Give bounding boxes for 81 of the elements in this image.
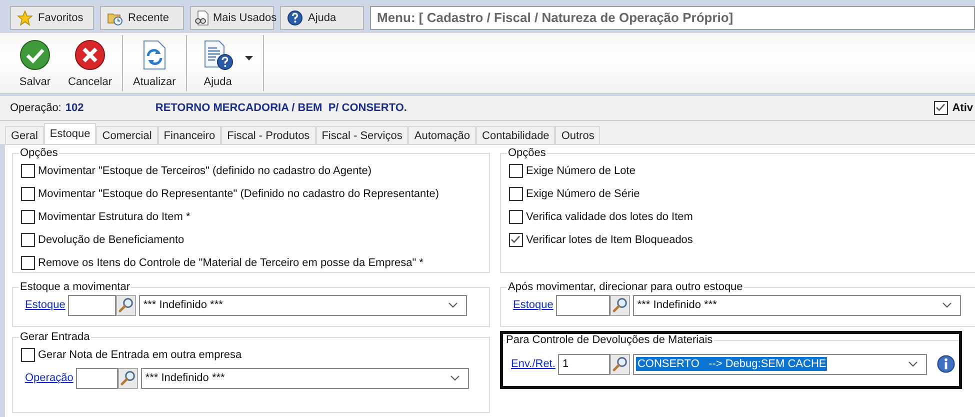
checkbox[interactable]	[934, 101, 948, 115]
toolbar-button[interactable]: Atualizar	[127, 34, 182, 92]
info-icon[interactable]	[937, 355, 956, 373]
menu-path-field: Menu: [ Cadastro / Fiscal / Natureza de Operação Próprio]	[370, 6, 975, 30]
caret-icon[interactable]	[244, 56, 253, 60]
chevron-icon	[942, 302, 952, 308]
chevron-icon	[908, 361, 918, 367]
checkbox[interactable]	[21, 256, 35, 270]
checkbox[interactable]	[21, 164, 35, 178]
help-document-icon	[202, 38, 234, 70]
search-icon	[118, 297, 134, 313]
checkbox[interactable]	[21, 348, 35, 362]
checkbox-label: Verificar lotes de Item Bloqueados	[526, 234, 693, 246]
code-field[interactable]	[556, 294, 610, 316]
toolbar-button[interactable]: Ajuda	[190, 34, 245, 92]
tab[interactable]: Automação	[408, 126, 476, 144]
help-icon	[287, 10, 303, 26]
cancel-icon	[74, 38, 106, 70]
star-icon	[17, 10, 33, 26]
toolbar-button[interactable]: Salvar	[8, 34, 62, 92]
operation-description: RETORNO MERCADORIA / BEM P/ CONSERTO.	[155, 102, 407, 114]
search-icon	[612, 297, 628, 313]
checkbox[interactable]	[21, 232, 35, 246]
checkbox[interactable]	[509, 186, 523, 200]
checkbox-label: Movimentar "Estoque de Terceiros" (definido no cadastro do Agente)	[38, 164, 372, 176]
dropdown-field[interactable]: *** Indefinido ***	[139, 294, 468, 316]
tab[interactable]: Financeiro	[158, 126, 222, 144]
operation-code: 102	[65, 102, 85, 114]
nav-button[interactable]: Ajuda	[280, 6, 364, 30]
dropdown-field[interactable]: *** Indefinido ***	[633, 294, 962, 316]
panel-title: Após movimentar, direcionar para outro estoque	[507, 281, 744, 293]
tab[interactable]: Estoque	[44, 123, 96, 144]
tab[interactable]: Contabilidade	[476, 126, 556, 144]
dropdown-field[interactable]: *** Indefinido ***	[141, 368, 470, 388]
checkbox-label: Remove os Itens do Controle de "Material de Terceiro em posse da Empresa" *	[38, 256, 424, 268]
code-field[interactable]	[68, 294, 116, 316]
checkbox-label: Gerar Nota de Entrada em outra empresa	[38, 348, 242, 360]
nav-button[interactable]: Favoritos	[10, 6, 94, 30]
search-icon	[120, 370, 136, 386]
nav-button[interactable]: Mais Usados	[190, 6, 274, 30]
checkbox-label: Movimentar "Estoque do Representante" (Definido no cadastro do Representante)	[38, 188, 439, 200]
checkbox-label: Movimentar Estrutura do Item *	[38, 210, 190, 222]
tab[interactable]: Outros	[555, 126, 600, 144]
lookup-button[interactable]	[116, 294, 136, 316]
checkbox-label: Exige Número de Série	[526, 188, 640, 200]
document-glasses-icon	[194, 10, 210, 26]
lookup-button[interactable]	[610, 294, 630, 316]
chevron-icon	[450, 375, 460, 381]
checkbox-label: Verifica validade dos lotes do Item	[526, 210, 693, 222]
tab[interactable]: Fiscal - Produtos	[221, 126, 316, 144]
panel-title: Para Controle de Devoluções de Materiais	[505, 334, 714, 346]
tab[interactable]: Fiscal - Serviços	[316, 126, 408, 144]
toolbar-button[interactable]: Cancelar	[62, 34, 118, 92]
checkbox[interactable]	[21, 210, 35, 224]
panel-title: Estoque a movimentar	[19, 281, 132, 293]
checkbox-label: Devolução de Beneficiamento	[38, 234, 184, 246]
field-link[interactable]: Env./Ret.	[511, 358, 556, 370]
nav-button[interactable]: Recente	[100, 6, 184, 30]
field-link[interactable]: Operação	[25, 372, 74, 384]
dropdown-field[interactable]: CONSERTO --> Debug:SEM CACHE	[633, 354, 928, 374]
checkbox-label: Ativ	[952, 102, 973, 114]
field-link[interactable]: Estoque	[25, 299, 66, 311]
checkbox[interactable]	[21, 186, 35, 200]
checkbox-label: Exige Número de Lote	[526, 164, 636, 176]
field-link[interactable]: Estoque	[513, 299, 554, 311]
checkbox[interactable]	[509, 232, 523, 246]
panel-title: Gerar Entrada	[19, 331, 91, 343]
lookup-button[interactable]	[118, 368, 138, 388]
checkbox[interactable]	[509, 164, 523, 178]
panel-title: Opções	[19, 147, 59, 159]
lookup-button[interactable]	[610, 354, 630, 374]
code-field[interactable]	[76, 368, 118, 388]
chevron-icon	[448, 302, 458, 308]
check-icon	[19, 38, 51, 70]
panel-title: Opções	[507, 147, 547, 159]
search-icon	[612, 356, 628, 372]
operation-label: Operação:	[10, 102, 62, 114]
code-field[interactable]: 1	[558, 354, 610, 374]
tab[interactable]: Comercial	[96, 126, 158, 144]
checkbox[interactable]	[509, 210, 523, 224]
tab[interactable]: Geral	[5, 126, 44, 144]
